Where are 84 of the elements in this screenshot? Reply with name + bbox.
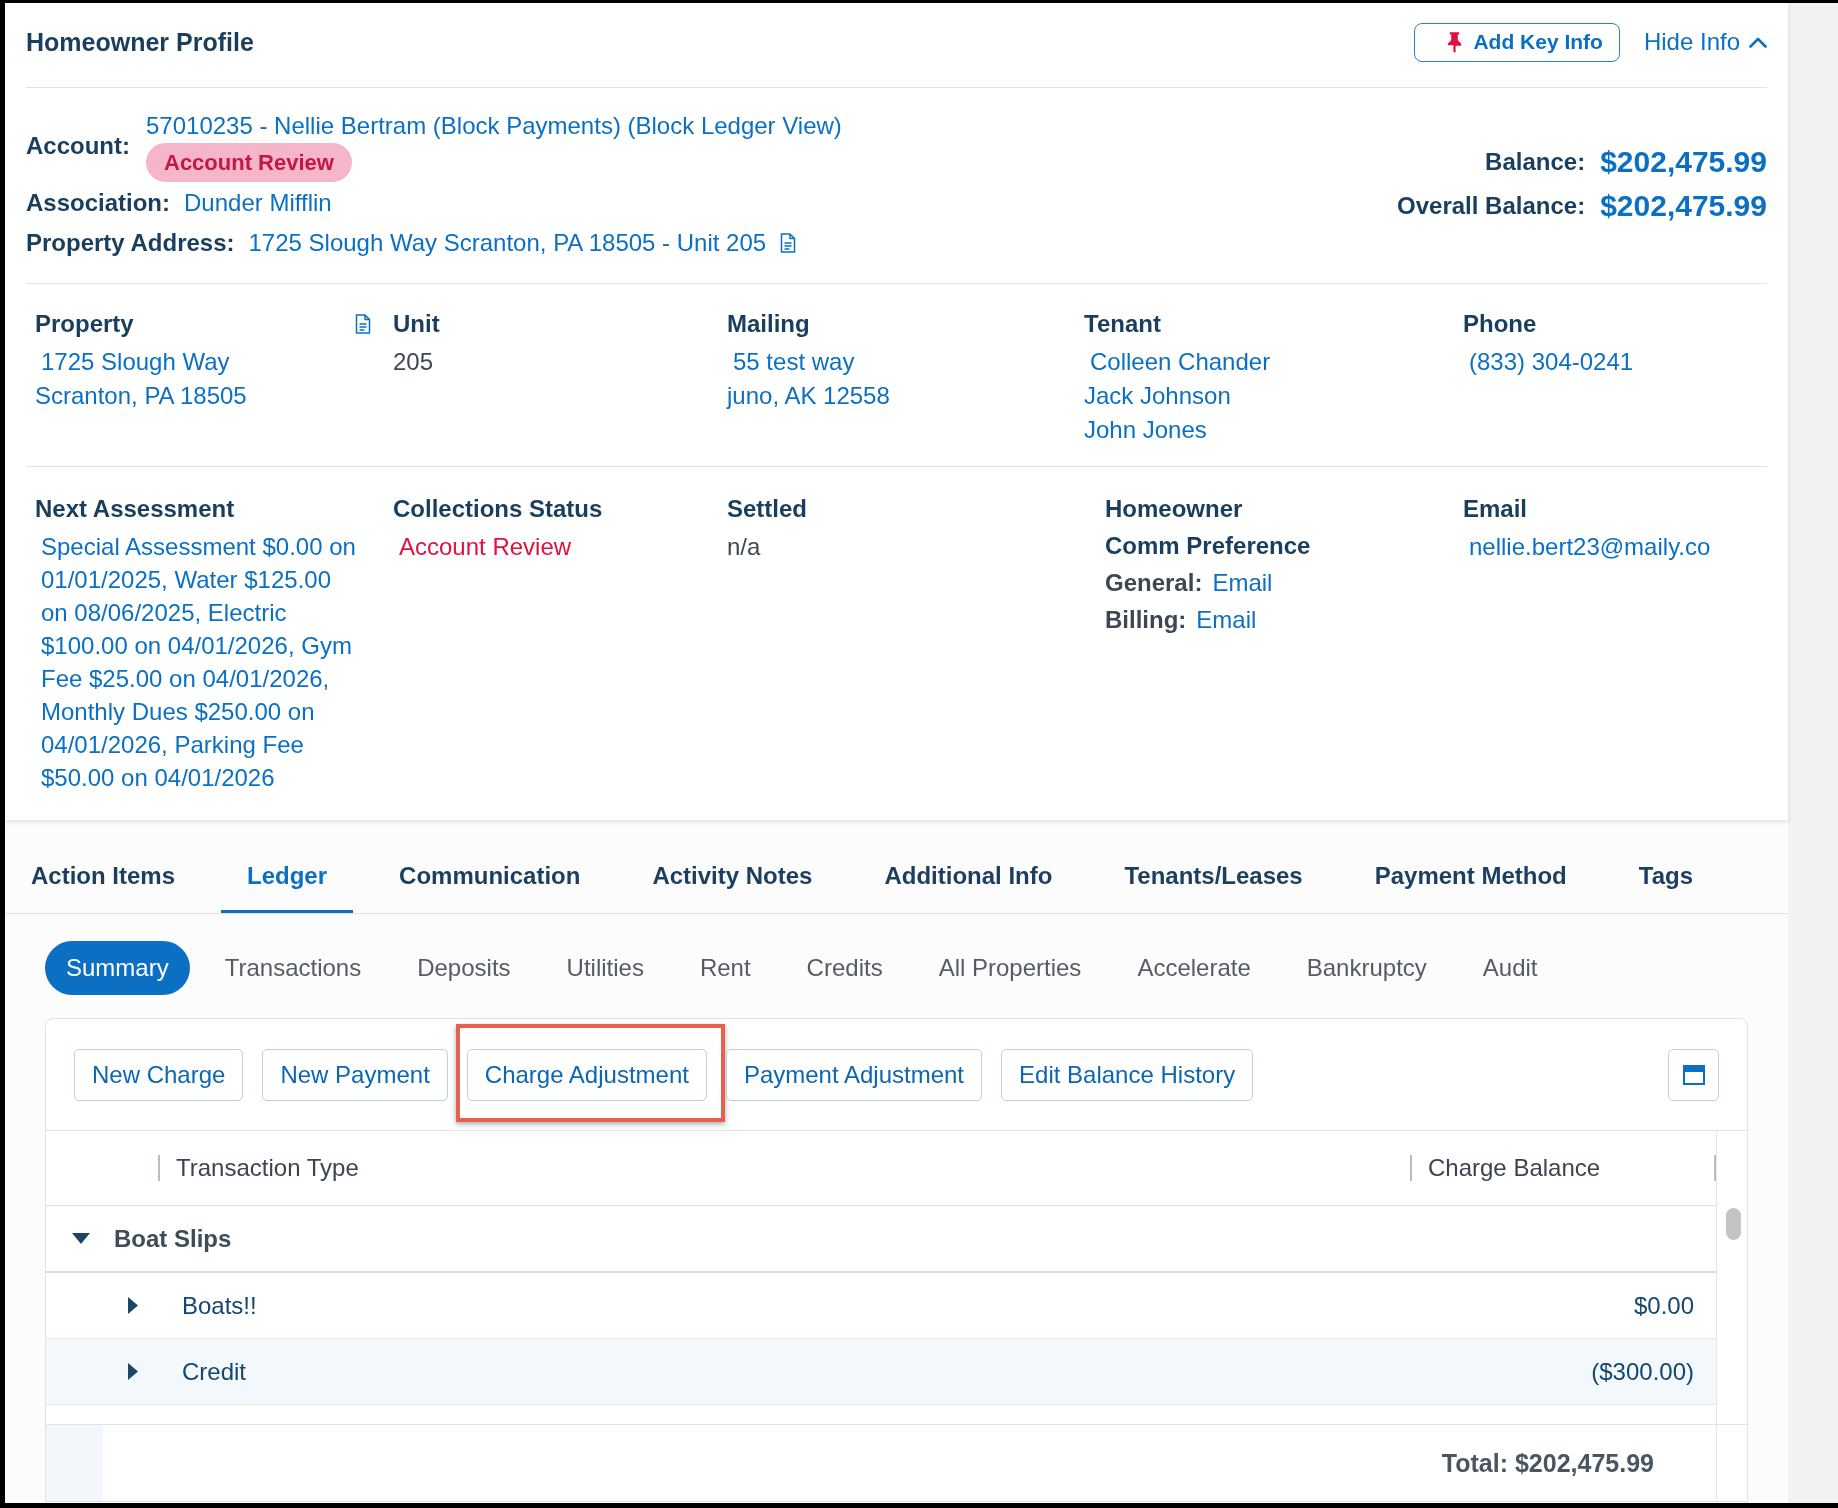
field-heading: Homeowner — [1105, 495, 1243, 523]
tab[interactable]: Ledger — [221, 839, 354, 913]
balance-label: Balance: — [1485, 147, 1586, 177]
field-link[interactable]: Special Assessment $0.00 on 01/01/2025, Water $125.00 on 08/06/2025, Electric $100.00 on 04/01/2026, Gym Fee $25.00 on 04/01/2026, Monthly Dues $250.00 on 04/01/2026, Parking Fee $50.00 on 04/01/2026 — [35, 530, 359, 794]
association-label: Association: — [26, 188, 171, 218]
preference-link[interactable]: Email — [1196, 601, 1257, 638]
field-link[interactable]: nellie.bert23@maily.co — [1463, 530, 1711, 563]
subtab[interactable]: Bankruptcy — [1285, 941, 1448, 995]
property-address-label: Property Address: — [26, 228, 235, 258]
field-heading: Property — [35, 310, 134, 338]
field-heading: Comm Preference — [1105, 532, 1311, 560]
tab[interactable]: Action Items — [5, 839, 202, 913]
preference-label: Billing: — [1105, 605, 1187, 635]
tab[interactable]: Activity Notes — [626, 839, 839, 913]
field-heading: Next Assessment — [35, 495, 235, 523]
balance-cell: ($300.00) — [1591, 1357, 1694, 1386]
account-label: Account: — [26, 130, 130, 161]
subtab[interactable]: Audit — [1461, 941, 1559, 995]
balance-amount: $202,475.99 — [1600, 188, 1767, 224]
field-heading: Settled — [727, 495, 807, 523]
field-link[interactable]: Scranton, PA 18505 — [35, 379, 247, 413]
column-header[interactable]: Charge Balance — [1412, 1154, 1714, 1182]
column-header[interactable]: Transaction Type — [160, 1154, 1410, 1182]
field-link[interactable]: Jack Johnson — [1084, 379, 1231, 413]
table-row[interactable]: Credit ($300.00) — [46, 1339, 1716, 1405]
field-heading: Tenant — [1084, 310, 1161, 338]
balance-amount: $202,475.99 — [1600, 144, 1767, 180]
property-address-link[interactable]: 1725 Slough Way Scranton, PA 18505 - Unit 205 — [248, 226, 767, 260]
field-link[interactable]: 1725 Slough Way — [35, 345, 230, 379]
field-link[interactable]: John Jones — [1084, 413, 1207, 447]
field-value: 205 — [393, 347, 434, 377]
field-link[interactable]: Colleen Chander — [1084, 345, 1271, 379]
field-heading: Collections Status — [393, 495, 603, 523]
tab[interactable]: Tags — [1612, 839, 1719, 913]
preference-label: General: — [1105, 568, 1203, 598]
action-button[interactable]: New Charge — [74, 1049, 244, 1101]
layout-toggle-button[interactable] — [1668, 1049, 1719, 1101]
field-link[interactable]: (833) 304-0241 — [1463, 345, 1634, 379]
scrollbar-thumb[interactable] — [1726, 1208, 1741, 1240]
field-link[interactable]: 55 test way — [727, 345, 855, 379]
field-value: n/a — [727, 532, 761, 562]
tab[interactable]: Tenants/Leases — [1098, 839, 1329, 913]
account-link[interactable]: 57010235 - Nellie Bertram (Block Payments) (Block Ledger View) — [146, 109, 842, 143]
action-button[interactable]: Payment Adjustment — [725, 1049, 983, 1101]
caret-right-icon[interactable] — [128, 1363, 138, 1380]
transaction-type-cell-text: Boats!! — [182, 1291, 258, 1320]
subtab[interactable]: Summary — [45, 941, 190, 995]
tab[interactable]: Communication — [373, 839, 607, 913]
subtab[interactable]: Credits — [785, 941, 904, 995]
status-badge: Account Review — [146, 143, 352, 182]
pin-icon — [1447, 31, 1463, 53]
action-button[interactable]: Edit Balance History — [1001, 1049, 1254, 1101]
subtab[interactable]: Rent — [678, 941, 772, 995]
field-heading: Email — [1463, 495, 1528, 523]
group-name: Boat Slips — [114, 1224, 232, 1253]
field-heading: Unit — [393, 310, 440, 338]
status-text: Account Review — [398, 532, 572, 562]
transaction-type-cell-text: Credit — [182, 1357, 248, 1386]
subtab[interactable]: Accelerate — [1116, 941, 1272, 995]
field-heading: Mailing — [727, 310, 810, 338]
subtab[interactable]: Transactions — [203, 941, 383, 995]
add-key-info-button[interactable]: Add Key Info — [1414, 22, 1620, 62]
preference-link[interactable]: Email — [1212, 564, 1273, 601]
field-heading: Phone — [1463, 310, 1537, 338]
subtab[interactable]: Deposits — [396, 941, 532, 995]
balance-label: Overall Balance: — [1397, 191, 1586, 221]
tab[interactable]: Additional Info — [858, 839, 1079, 913]
document-icon[interactable] — [780, 233, 797, 253]
profile-title: Homeowner Profile — [26, 27, 254, 58]
association-link[interactable]: Dunder Mifflin — [184, 186, 332, 220]
document-icon[interactable] — [355, 314, 371, 334]
balance-cell: $0.00 — [1633, 1291, 1694, 1320]
tab[interactable]: Payment Method — [1348, 839, 1593, 913]
subtab[interactable]: Utilities — [545, 941, 665, 995]
chevron-up-icon — [1749, 36, 1767, 48]
caret-down-icon[interactable] — [72, 1233, 90, 1244]
window-icon — [1682, 1065, 1705, 1085]
action-button[interactable]: New Payment — [262, 1049, 448, 1101]
action-button[interactable]: Charge Adjustment — [466, 1049, 707, 1101]
hide-info-link[interactable]: Hide Info — [1643, 25, 1767, 59]
total-text: Total: $202,475.99 — [1441, 1448, 1655, 1478]
caret-right-icon[interactable] — [128, 1297, 138, 1314]
field-link[interactable]: juno, AK 12558 — [727, 379, 890, 413]
subtab[interactable]: All Properties — [917, 941, 1103, 995]
